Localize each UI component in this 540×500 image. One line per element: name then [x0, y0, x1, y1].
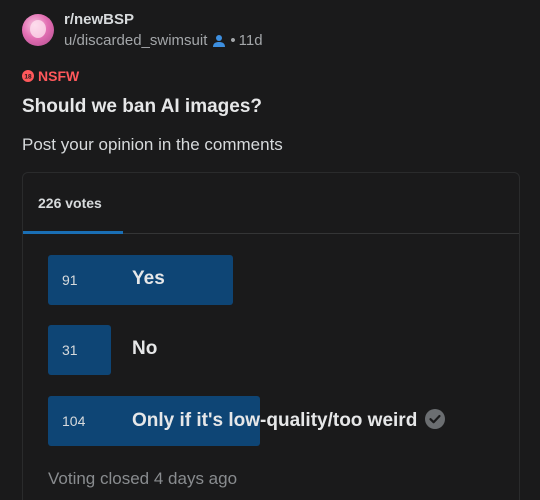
poll-option-label-text: Only if it's low-quality/too weird: [132, 410, 418, 431]
subreddit-name[interactable]: r/newBSP: [64, 12, 263, 27]
post-header: r/newBSP u/discarded_swimsuit • 11d: [22, 12, 263, 48]
poll-option: 104 Only if it's low-quality/too weird: [48, 396, 508, 446]
total-votes: 226 votes: [38, 195, 102, 211]
check-circle-icon: [425, 409, 446, 429]
poll-option-label: No: [132, 338, 158, 359]
poll-option-label: Only if it's low-quality/too weird: [132, 409, 446, 432]
poll-card: 226 votes 91 Yes 31 No 104 Only if it's …: [22, 172, 520, 500]
post-age: 11d: [238, 32, 263, 49]
poll-option-count: 31: [62, 342, 78, 358]
poll-option-label: Yes: [132, 268, 165, 289]
poll-option-count: 104: [62, 413, 86, 429]
poll-option: 31 No: [48, 325, 508, 375]
poll-option: 91 Yes: [48, 255, 508, 305]
poll-option-bar: [48, 325, 111, 375]
separator-dot: •: [230, 32, 236, 49]
tab-votes[interactable]: 226 votes: [23, 173, 123, 234]
subreddit-avatar[interactable]: [22, 14, 54, 46]
post-meta: r/newBSP u/discarded_swimsuit • 11d: [64, 12, 263, 48]
nsfw-tag: 18 NSFW: [22, 68, 79, 84]
poll-option-count: 91: [62, 272, 78, 288]
active-tab-indicator: [23, 231, 123, 234]
author-line: u/discarded_swimsuit • 11d: [64, 33, 263, 48]
svg-text:18: 18: [24, 73, 32, 80]
post-body: Post your opinion in the comments: [22, 135, 283, 154]
nsfw-icon: 18: [22, 70, 34, 82]
poll-tabs: 226 votes: [23, 173, 519, 234]
post-page: r/newBSP u/discarded_swimsuit • 11d 18 N…: [0, 0, 540, 500]
nsfw-label: NSFW: [38, 68, 80, 84]
post-title[interactable]: Should we ban AI images?: [22, 96, 262, 118]
author-username[interactable]: u/discarded_swimsuit: [64, 33, 207, 48]
user-icon: [212, 34, 226, 48]
voting-closed-text: Voting closed 4 days ago: [48, 469, 238, 488]
